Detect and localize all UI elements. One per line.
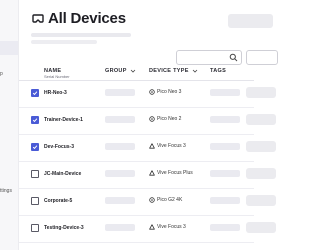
column-header-label: TAGS [210, 68, 227, 74]
sort-icon [130, 69, 135, 73]
device-type-cell: Vive Focus 3 [149, 143, 186, 149]
pico-icon [149, 89, 155, 95]
checkmark-icon [32, 145, 38, 150]
pico-icon [149, 197, 155, 203]
tags-placeholder [210, 170, 240, 177]
title-row: All Devices [31, 10, 126, 27]
column-header-subtitle: Serial Number [44, 74, 70, 79]
column-header-tags[interactable]: TAGS [210, 68, 226, 74]
table-row[interactable]: Corporate-5 Pico G2 4K [19, 189, 276, 216]
group-placeholder [105, 89, 135, 96]
device-name[interactable]: Testing-Device-3 [44, 225, 84, 231]
subtitle-placeholder [31, 40, 97, 44]
vive-icon [149, 170, 155, 176]
column-header-label: GROUP [105, 68, 127, 74]
main-content: All Devices NAME Serial Number GROUP DEV… [19, 0, 278, 250]
tags-placeholder [210, 143, 240, 150]
group-placeholder [105, 116, 135, 123]
add-device-button[interactable] [228, 14, 273, 28]
device-name[interactable]: Dev-Focus-3 [44, 144, 74, 150]
sidebar-item-label: p [0, 71, 3, 77]
column-header-device-type[interactable]: DEVICE TYPE [149, 68, 198, 74]
device-type-label: Pico Neo 2 [157, 116, 182, 122]
sidebar-item-apps[interactable]: p [0, 71, 3, 77]
row-checkbox[interactable] [31, 143, 39, 151]
table-row[interactable]: Testing-Device-3 Vive Focus 3 [19, 216, 276, 243]
device-type-cell: Pico Neo 2 [149, 116, 181, 122]
device-type-cell: Vive Focus 3 [149, 224, 186, 230]
row-action-button[interactable] [246, 195, 276, 206]
checkmark-icon [32, 91, 38, 96]
vive-icon [149, 143, 155, 149]
device-type-label: Pico G2 4K [157, 197, 183, 203]
device-type-label: Vive Focus 3 [157, 224, 186, 230]
device-name[interactable]: Corporate-5 [44, 198, 72, 204]
group-placeholder [105, 170, 135, 177]
table-row[interactable]: Trainer-Device-1 Pico Neo 2 [19, 108, 276, 135]
checkmark-icon [32, 118, 38, 123]
pico-icon [149, 116, 155, 122]
tags-placeholder [210, 197, 240, 204]
group-placeholder [105, 224, 135, 231]
filter-button[interactable] [246, 50, 278, 65]
device-type-cell: Pico G2 4K [149, 197, 182, 203]
table-row[interactable]: Dev-Focus-3 Vive Focus 3 [19, 135, 276, 162]
sidebar: p ttings [0, 0, 19, 250]
device-type-label: Pico Neo 3 [157, 89, 182, 95]
sidebar-item-settings[interactable]: ttings [0, 188, 12, 194]
table-row[interactable]: HR-Neo-3 Pico Neo 3 [19, 81, 276, 108]
device-name[interactable]: Trainer-Device-1 [44, 117, 83, 123]
search-input[interactable] [176, 50, 242, 65]
group-placeholder [105, 143, 135, 150]
device-type-label: Vive Focus Plus [157, 170, 193, 176]
row-action-button[interactable] [246, 87, 276, 98]
row-checkbox[interactable] [31, 116, 39, 124]
row-checkbox[interactable] [31, 89, 39, 97]
column-header-label: DEVICE TYPE [149, 68, 189, 74]
sort-icon [192, 69, 197, 73]
vr-headset-icon [32, 13, 44, 23]
sidebar-item-devices[interactable] [0, 41, 18, 55]
vive-icon [149, 224, 155, 230]
row-checkbox[interactable] [31, 224, 39, 232]
table-row[interactable]: JC-Main-Device Vive Focus Plus [19, 162, 276, 189]
device-type-label: Vive Focus 3 [157, 143, 186, 149]
row-action-button[interactable] [246, 168, 276, 179]
column-header-group[interactable]: GROUP [105, 68, 136, 74]
tags-placeholder [210, 224, 240, 231]
search-icon [229, 53, 238, 62]
tags-placeholder [210, 89, 240, 96]
page-title: All Devices [48, 10, 126, 27]
device-name[interactable]: HR-Neo-3 [44, 90, 67, 96]
row-action-button[interactable] [246, 141, 276, 152]
row-action-button[interactable] [246, 114, 276, 125]
sidebar-item-label: ttings [0, 188, 12, 194]
row-action-button[interactable] [246, 222, 276, 233]
device-type-cell: Vive Focus Plus [149, 170, 193, 176]
row-checkbox[interactable] [31, 170, 39, 178]
tags-placeholder [210, 116, 240, 123]
subtitle-placeholder [31, 33, 131, 37]
group-placeholder [105, 197, 135, 204]
row-checkbox[interactable] [31, 197, 39, 205]
device-type-cell: Pico Neo 3 [149, 89, 181, 95]
device-name[interactable]: JC-Main-Device [44, 171, 81, 177]
